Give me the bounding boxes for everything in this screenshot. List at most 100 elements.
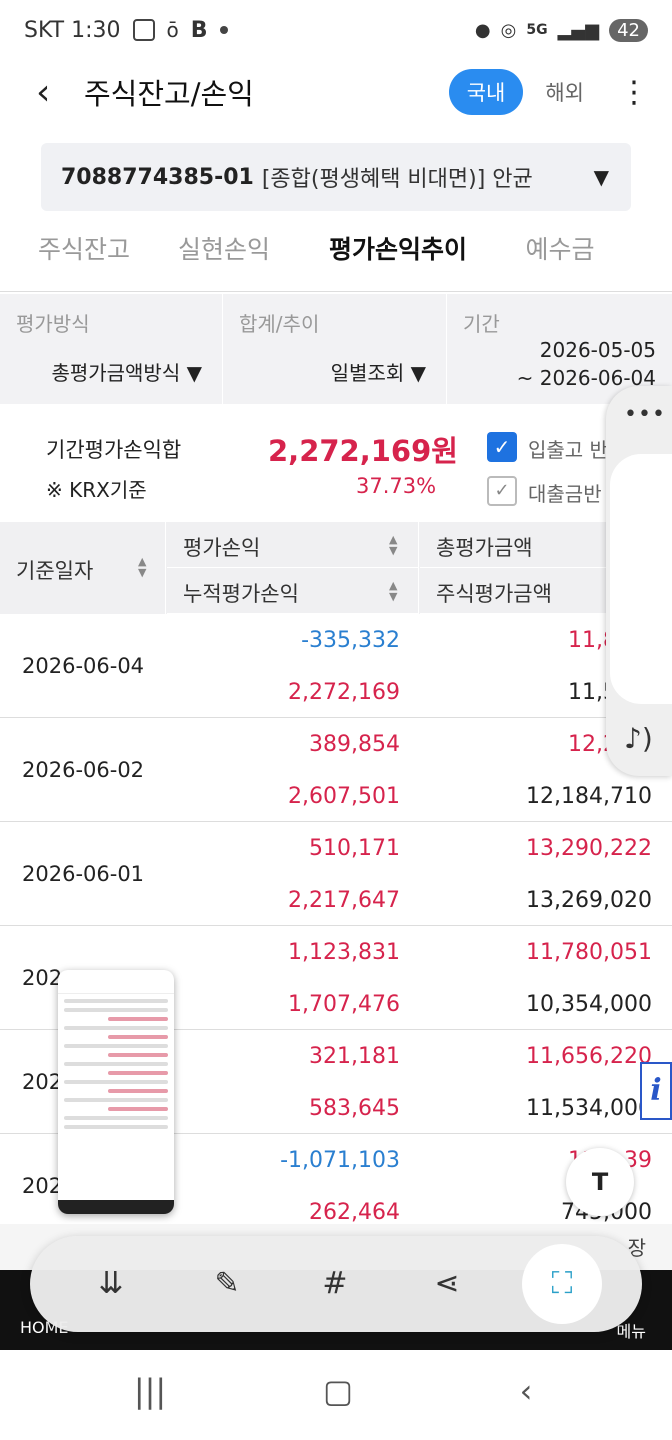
- summary-label: 기간평가손익합: [46, 438, 182, 462]
- loan-checkbox-label: 대출금반: [528, 482, 602, 506]
- tab-stock-balance[interactable]: 주식잔고: [0, 222, 168, 291]
- screenshot-icon: [132, 19, 155, 41]
- method-value: 총평가금액방식 ▼: [51, 361, 202, 385]
- floating-side-panel[interactable]: ••• ♪): [606, 386, 672, 776]
- date-column-header[interactable]: 기준일자 ▲ ▼: [0, 522, 166, 614]
- system-nav-bar: ||| ▢ ‹: [0, 1350, 672, 1440]
- date-column-label: 기준일자: [16, 559, 94, 583]
- more-dots-icon[interactable]: •••: [624, 402, 666, 427]
- loan-checkbox[interactable]: ✓: [487, 476, 517, 506]
- sum-trend-label: 합계/추이: [239, 312, 320, 336]
- account-description: [종합(평생혜택 비대면)] 안균: [261, 167, 533, 192]
- market-toggle: 국내 해외: [448, 69, 598, 115]
- table-header: 기준일자 ▲ ▼ 평가손익 ▲ ▼ 누적평가손익 ▲ ▼ 총평가금액 주식평가금액: [0, 522, 672, 614]
- sum-trend-filter[interactable]: 합계/추이 일별조회 ▼: [223, 294, 447, 404]
- period-range: 2026-05-05 ~ 2026-06-04: [517, 336, 656, 392]
- transfer-checkbox[interactable]: ✓: [487, 432, 517, 462]
- row-total-eval: 11,656,220: [526, 1044, 652, 1069]
- row-eval-pl: 389,854: [309, 732, 400, 757]
- tab-deposit[interactable]: 예수금: [472, 222, 648, 291]
- period-label: 기간: [463, 312, 500, 336]
- more-menu-icon[interactable]: ⋮: [616, 75, 652, 110]
- location-icon: ●: [474, 19, 491, 41]
- row-stock-eval: 12,184,710: [526, 784, 652, 809]
- back-icon[interactable]: ‹: [496, 1372, 556, 1410]
- signal-icon: ▂▄▆: [557, 19, 600, 41]
- scroll-capture-icon[interactable]: ⇊: [86, 1260, 136, 1308]
- hashtag-icon[interactable]: #: [310, 1260, 360, 1308]
- account-number: 7088774385-01: [61, 164, 254, 190]
- network-type: 5G: [526, 22, 548, 38]
- table-row[interactable]: 2026-06-01 510,171 2,217,647 13,290,222 …: [0, 822, 672, 926]
- tab-valuation-pl-trend[interactable]: 평가손익추이: [324, 222, 472, 305]
- sort-icon[interactable]: ▲ ▼: [389, 534, 397, 556]
- filter-bar: 평가방식 총평가금액방식 ▼ 합계/추이 일별조회 ▼ 기간 2026-05-0…: [0, 294, 672, 404]
- row-date: 2026-06-01: [22, 862, 145, 886]
- dropdown-caret-icon: ▼: [593, 165, 609, 189]
- transfer-checkbox-label: 입출고 반: [528, 438, 608, 462]
- row-date: 202: [22, 966, 63, 990]
- battery-level: 42: [609, 18, 648, 42]
- notification-dot-icon: [219, 26, 228, 34]
- sort-icon[interactable]: ▲ ▼: [138, 556, 146, 578]
- back-arrow-icon[interactable]: ‹: [36, 72, 76, 113]
- row-eval-pl: 321,181: [309, 1044, 400, 1069]
- summary-amount: 2,272,169원: [268, 434, 458, 468]
- stock-eval-column-label: 주식평가금액: [436, 582, 552, 606]
- row-cum-pl: 262,464: [309, 1200, 400, 1224]
- row-stock-eval: 11,534,000: [526, 1096, 652, 1121]
- row-cum-pl: 2,217,647: [288, 888, 400, 913]
- sum-trend-value: 일별조회 ▼: [330, 361, 426, 385]
- row-eval-pl: 1,123,831: [288, 940, 400, 965]
- domestic-button[interactable]: 국내: [448, 69, 524, 115]
- summary-rate: 37.73%: [356, 474, 437, 498]
- sort-icon[interactable]: ▲ ▼: [389, 580, 397, 602]
- row-date: 202: [22, 1174, 63, 1198]
- row-cum-pl: 583,645: [309, 1096, 400, 1121]
- row-eval-pl: -1,071,103: [280, 1148, 400, 1173]
- row-date: 202: [22, 1070, 63, 1094]
- b-app-icon: B: [190, 17, 208, 43]
- home-icon[interactable]: ▢: [308, 1372, 368, 1410]
- krx-basis-note: ※ KRX기준: [46, 478, 147, 502]
- screenshot-thumbnail[interactable]: [58, 970, 174, 1214]
- hotspot-icon: ◎: [500, 19, 517, 41]
- crop-capture-icon[interactable]: ⛶: [522, 1244, 602, 1324]
- edit-draw-icon[interactable]: ✎: [202, 1260, 252, 1308]
- account-selector[interactable]: 7088774385-01 [종합(평생혜택 비대면)] 안균 ▼: [41, 143, 631, 211]
- status-bar: SKT 1:30 ō B ● ◎ 5G ▂▄▆ 42: [0, 0, 672, 60]
- capture-toolbar: ⇊ ✎ # ⋖ ⛶: [30, 1236, 642, 1332]
- row-cum-pl: 2,272,169: [288, 680, 400, 705]
- row-eval-pl: -335,332: [301, 628, 400, 653]
- side-panel-handle[interactable]: [610, 454, 672, 704]
- method-label: 평가방식: [16, 312, 90, 336]
- cum-pl-column-label: 누적평가손익: [183, 582, 299, 606]
- overseas-button[interactable]: 해외: [531, 69, 598, 115]
- row-cum-pl: 1,707,476: [288, 992, 400, 1017]
- bixby-icon: ō: [166, 18, 179, 42]
- tab-realized-pl[interactable]: 실현손익: [168, 222, 280, 291]
- sound-icon[interactable]: ♪): [624, 722, 653, 755]
- tab-bar: 주식잔고 실현손익 평가손익추이 예수금: [0, 222, 672, 305]
- table-row[interactable]: 2026-06-04 -335,332 2,272,169 11,884, 11…: [0, 614, 672, 718]
- carrier-time: SKT 1:30: [24, 17, 121, 43]
- row-date: 2026-06-02: [22, 758, 145, 782]
- row-total-eval: 13,290,222: [526, 836, 652, 861]
- method-filter[interactable]: 평가방식 총평가금액방식 ▼: [0, 294, 223, 404]
- table-row[interactable]: 2026-06-02 389,854 2,607,501 12,220, 12,…: [0, 718, 672, 822]
- info-icon[interactable]: i: [640, 1062, 672, 1120]
- cum-pl-column-header[interactable]: 누적평가손익 ▲ ▼: [167, 568, 419, 614]
- period-from: 2026-05-05: [539, 338, 656, 362]
- row-eval-pl: 510,171: [309, 836, 400, 861]
- page-title: 주식잔고/손익: [84, 77, 254, 111]
- recents-icon[interactable]: |||: [120, 1372, 180, 1410]
- row-stock-eval: 10,354,000: [526, 992, 652, 1017]
- row-total-eval: 11,780,051: [526, 940, 652, 965]
- share-icon[interactable]: ⋖: [422, 1260, 472, 1308]
- text-extract-icon[interactable]: T: [566, 1148, 634, 1216]
- app-header: ‹ 주식잔고/손익 국내 해외 ⋮: [0, 60, 672, 124]
- row-cum-pl: 2,607,501: [288, 784, 400, 809]
- row-date: 2026-06-04: [22, 654, 145, 678]
- eval-pl-column-header[interactable]: 평가손익 ▲ ▼: [167, 522, 419, 568]
- period-summary: 기간평가손익합 ※ KRX기준 2,272,169원 37.73% ✓ 입출고 …: [0, 404, 672, 522]
